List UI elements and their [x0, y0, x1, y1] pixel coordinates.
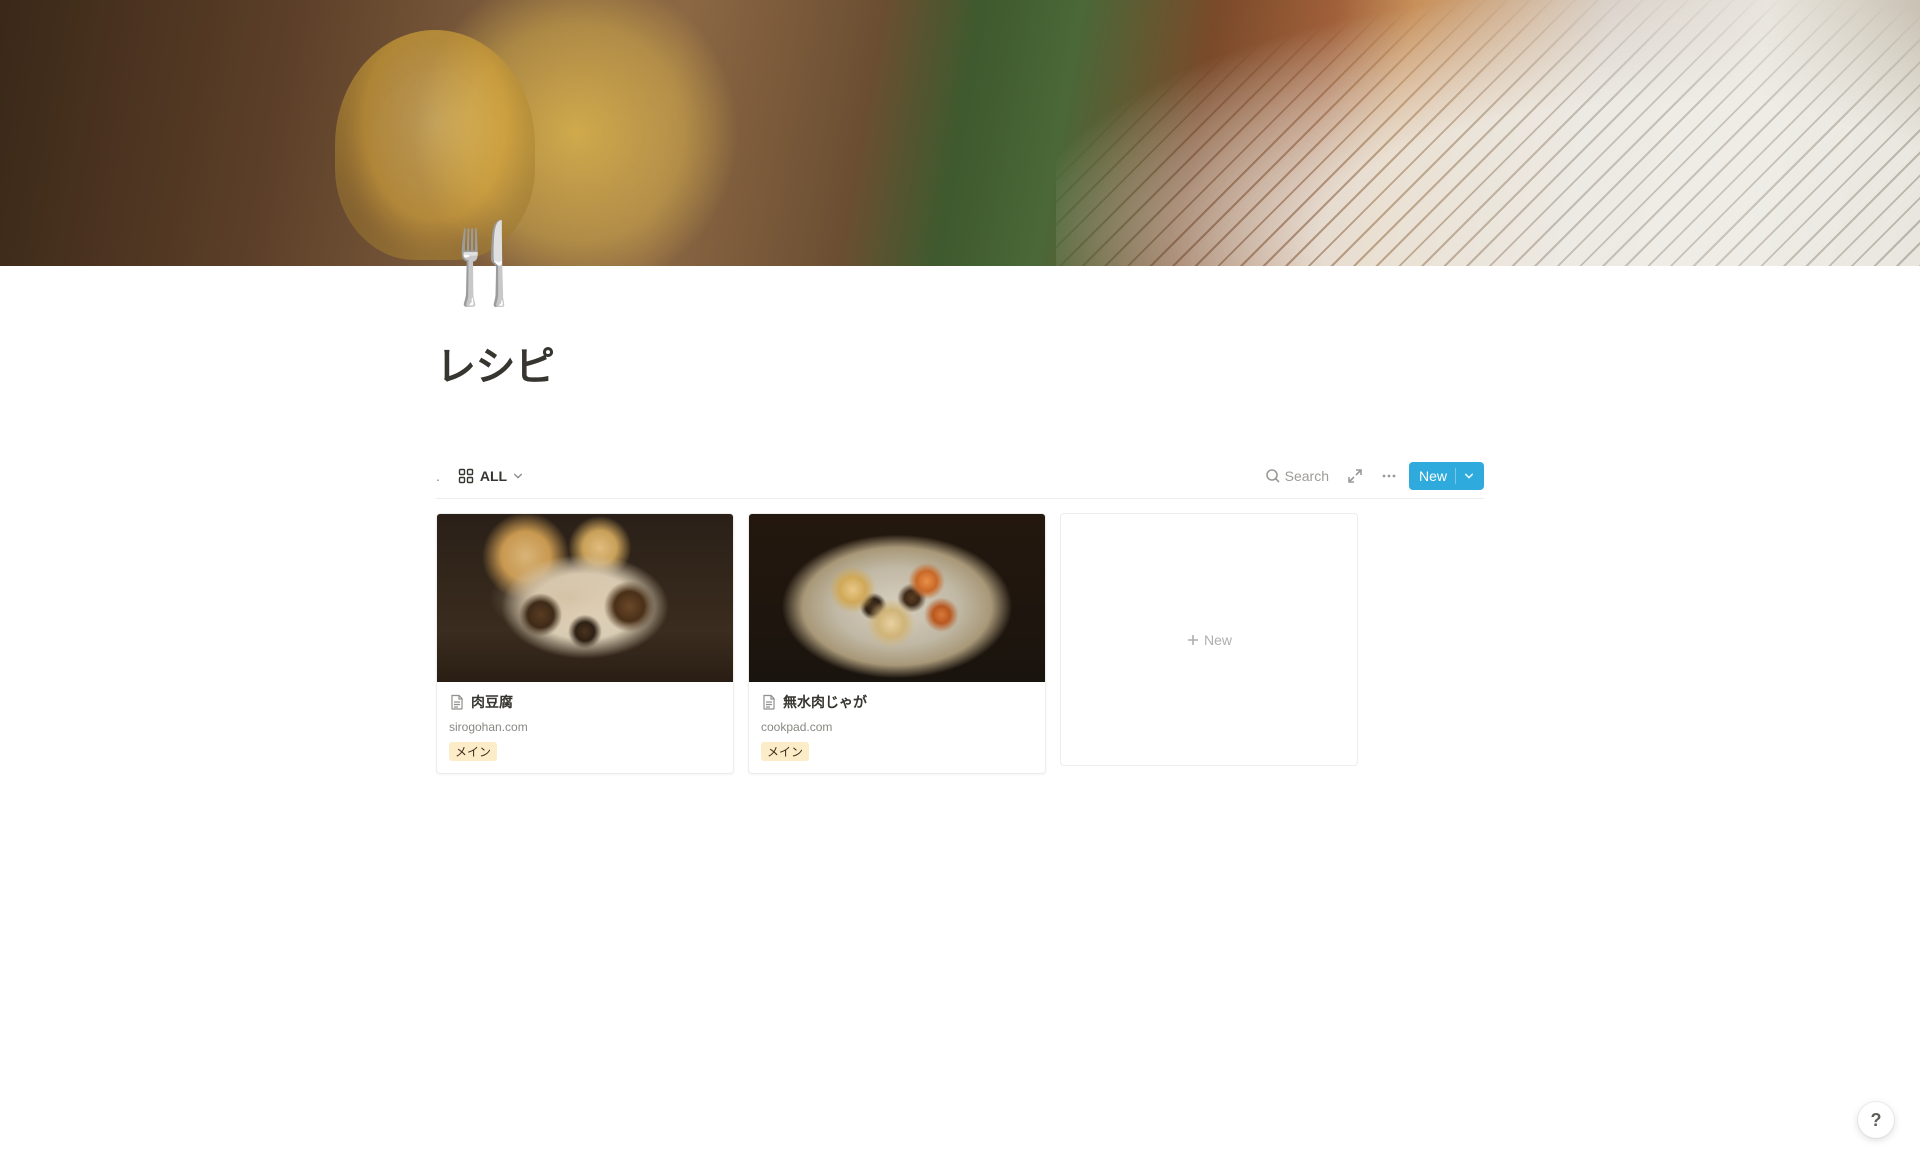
- card-title: 無水肉じゃが: [783, 692, 867, 712]
- new-button-label: New: [1419, 468, 1447, 484]
- gallery-card[interactable]: 肉豆腐 sirogohan.com メイン: [436, 513, 734, 774]
- page-icon: [761, 694, 777, 710]
- expand-icon: [1347, 468, 1363, 484]
- gallery-view-icon: [458, 468, 474, 484]
- help-icon: ?: [1871, 1110, 1882, 1131]
- search-label: Search: [1285, 468, 1329, 484]
- cover-image: [0, 0, 1920, 266]
- chevron-down-icon: [513, 471, 523, 481]
- gallery-card[interactable]: 無水肉じゃが cookpad.com メイン: [748, 513, 1046, 774]
- new-button[interactable]: New: [1409, 462, 1484, 490]
- chevron-down-icon[interactable]: [1464, 471, 1474, 481]
- view-tab-all[interactable]: ALL: [452, 464, 529, 488]
- card-cover-image: [749, 514, 1045, 682]
- card-tag: メイン: [761, 742, 809, 761]
- new-card-label: New: [1204, 632, 1232, 648]
- page-icon: [449, 694, 465, 710]
- dots-icon: [1381, 468, 1397, 484]
- card-cover-image: [437, 514, 733, 682]
- gallery-grid: 肉豆腐 sirogohan.com メイン 無水肉じゃが cookpad.com…: [436, 513, 1484, 774]
- plus-icon: [1186, 633, 1200, 647]
- card-source: sirogohan.com: [449, 720, 721, 734]
- expand-button[interactable]: [1341, 464, 1369, 488]
- help-button[interactable]: ?: [1858, 1102, 1894, 1138]
- view-tab-label: ALL: [480, 468, 507, 484]
- search-icon: [1265, 468, 1281, 484]
- card-title: 肉豆腐: [471, 692, 513, 712]
- card-tag: メイン: [449, 742, 497, 761]
- database-toolbar: . ALL Search New: [436, 462, 1484, 499]
- new-card-button[interactable]: New: [1060, 513, 1358, 766]
- new-button-separator: [1455, 468, 1456, 484]
- more-button[interactable]: [1375, 464, 1403, 488]
- leading-dot: .: [436, 468, 440, 484]
- card-source: cookpad.com: [761, 720, 1033, 734]
- page-title[interactable]: レシピ: [436, 334, 1484, 392]
- search-button[interactable]: Search: [1259, 464, 1335, 488]
- page-icon[interactable]: 🍴: [436, 224, 533, 302]
